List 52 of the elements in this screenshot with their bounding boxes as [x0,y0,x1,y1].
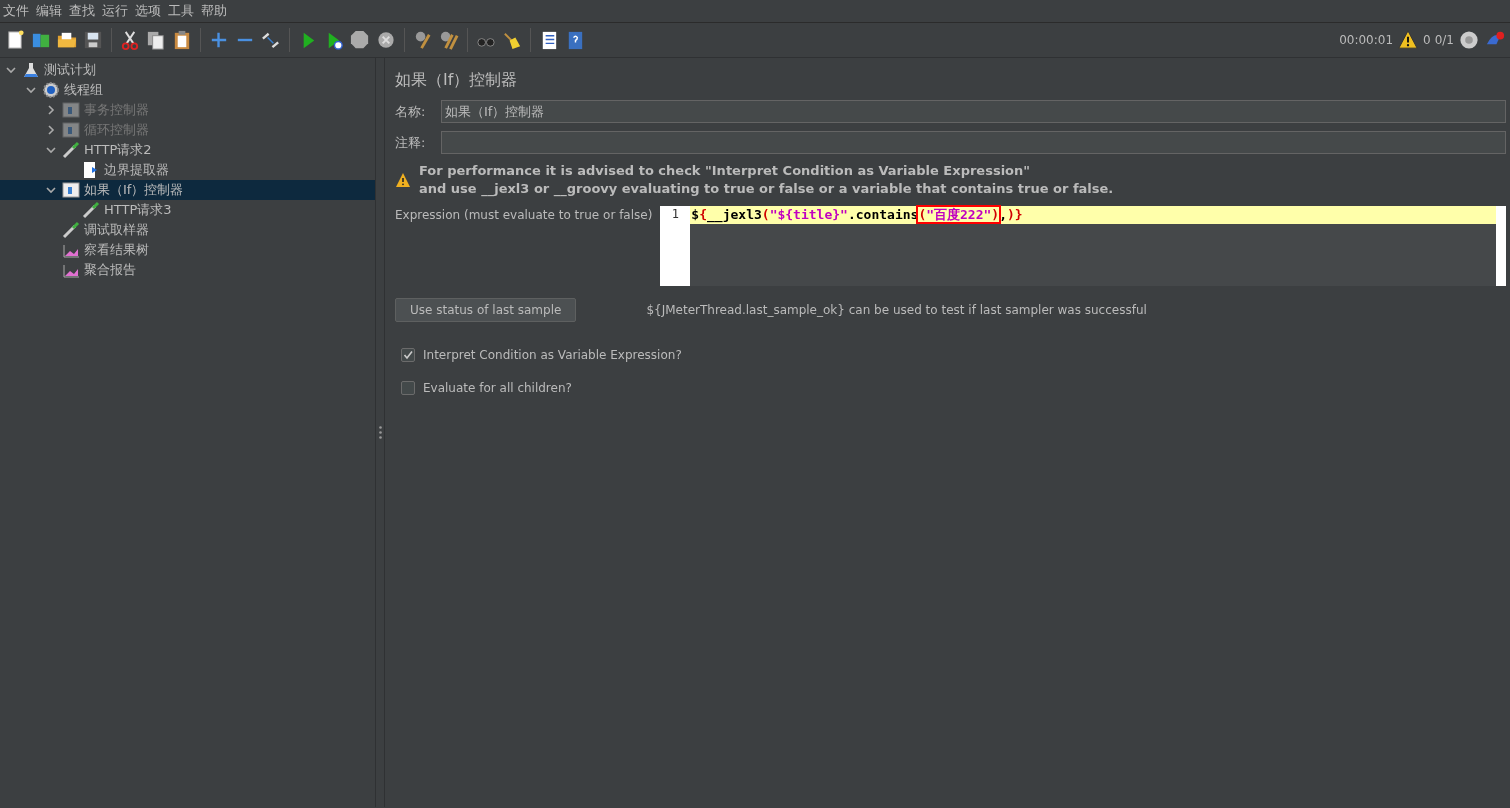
code-editor[interactable]: 1 ${__jexl3("${title}".contains("百度222"),)} [660,206,1506,286]
warning-text: For performance it is advised to check "Interpret Condition as Variable Expression" [419,162,1032,180]
tree-item[interactable]: HTTP请求2 [0,140,375,160]
warning-count: 0 [1423,32,1431,49]
tree-item[interactable]: 测试计划 [0,60,375,80]
highlight-frame: ("百度222") [918,207,1000,222]
warning-icon [395,172,411,188]
flask-icon [22,61,40,79]
shutdown-icon[interactable] [375,29,397,51]
controller-icon [62,101,80,119]
pipette-icon [62,221,80,239]
warning-text: and use __jexl3 or __groovy evaluating to true or false or a variable that contains true or false. [419,180,1114,198]
menu-item[interactable]: 选项 [132,1,165,21]
menu-item[interactable]: 查找 [66,1,99,21]
expression-label: Expression (must evaluate to true or false) [395,207,653,224]
controller-icon [62,181,80,199]
field-label: 注释: [395,133,427,152]
use-last-sample-button[interactable]: Use status of last sample [395,298,577,322]
menu-item[interactable]: 帮助 [198,1,231,21]
tree-item[interactable]: 线程组 [0,80,375,100]
pipette-icon [62,141,80,159]
menu-item[interactable]: 文件 [0,1,33,21]
tree-item[interactable]: 边界提取器 [0,160,375,180]
scissors-icon[interactable] [119,29,141,51]
name-field[interactable]: 如果（If）控制器 [441,100,1506,123]
line-number: 1 [660,206,691,286]
thread-count: 0/1 [1434,32,1454,49]
menu-item[interactable]: 工具 [165,1,198,21]
copy-icon[interactable] [145,29,167,51]
comment-field[interactable] [441,131,1506,154]
gear-icon [42,81,60,99]
controller-icon [62,121,80,139]
tree-item[interactable]: 如果（If）控制器 [0,180,375,200]
tree-item[interactable]: HTTP请求3 [0,200,375,220]
stop-icon[interactable] [349,29,371,51]
field-label: 名称: [395,102,427,121]
tree-item[interactable]: 察看结果树 [0,240,375,260]
panel-title: 如果（If）控制器 [395,69,519,91]
elapsed-time: 00:00:01 [1339,32,1394,49]
checkbox[interactable] [401,347,415,362]
tree-item[interactable]: 聚合报告 [0,260,375,280]
save-icon[interactable] [82,29,104,51]
warning-icon[interactable] [1397,29,1420,51]
hint-text: ${JMeterThread.last_sample_ok} can be used to test if last sampler was successful [646,302,1147,319]
checkbox-label: Evaluate for all children? [423,379,572,397]
tree-item[interactable]: 调试取样器 [0,220,375,240]
checkbox[interactable] [401,380,415,395]
menu-item[interactable]: 编辑 [33,1,66,21]
splitter-handle-icon[interactable] [378,426,382,439]
checkbox-label: Interpret Condition as Variable Expression? [423,346,682,364]
pipette-icon [82,201,100,219]
menu-item[interactable]: 运行 [99,1,132,21]
